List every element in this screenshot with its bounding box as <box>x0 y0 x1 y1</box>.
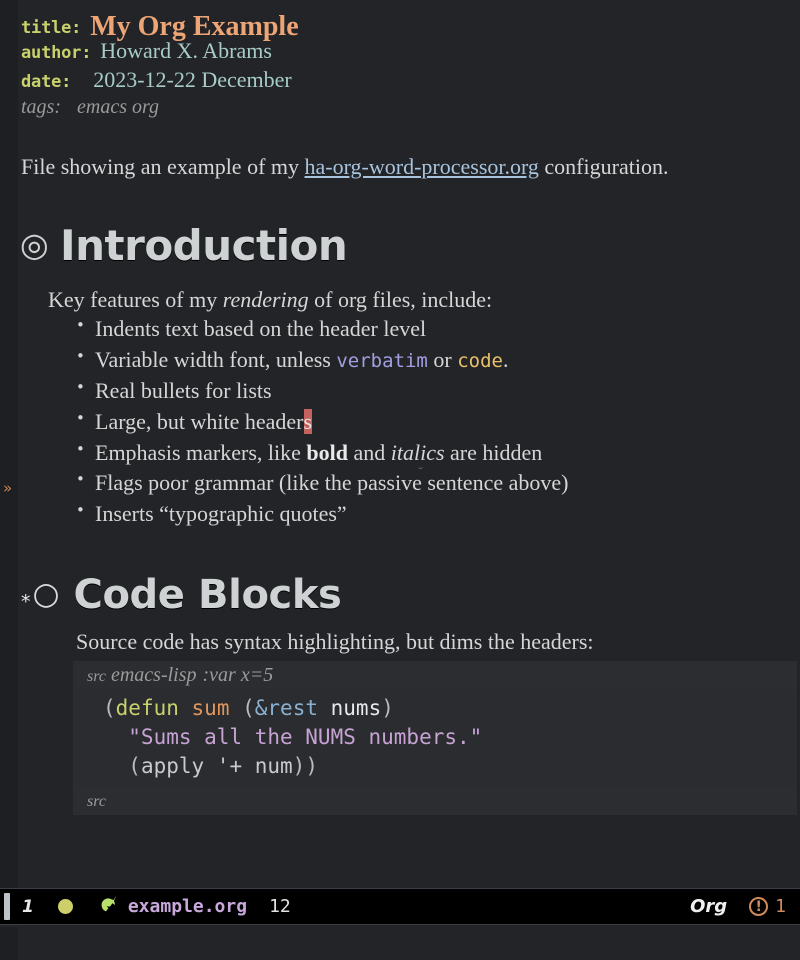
warning-icon[interactable]: ! <box>749 897 769 916</box>
source-block[interactable]: src emacs-lisp:var x=5 (defun sum (&rest … <box>73 661 797 816</box>
bold-text: bold <box>306 439 348 465</box>
list-item-middle: and <box>348 439 391 465</box>
list-item-prefix: Large, but white header <box>95 408 304 434</box>
minibuffer-fringe <box>0 927 18 960</box>
heading-bullet-icon: ◎ <box>20 224 49 264</box>
lead-after-emphasis: of org files, include: <box>308 286 493 312</box>
code-blocks-lead-line: Source code has syntax highlighting, but… <box>76 628 594 654</box>
section-introduction-body: Key features of my rendering of org file… <box>18 286 800 530</box>
list-item: Inserts “typographic quotes” <box>76 499 800 530</box>
document-title: My Org Example <box>90 11 299 42</box>
heading-bullet-icon: ○ <box>32 576 60 613</box>
heading-introduction-label: Introduction <box>60 220 348 270</box>
intro-lead-line: Key features of my rendering of org file… <box>48 286 800 314</box>
keyword-key-title: title: <box>21 18 82 38</box>
list-item-text: Indents text based on the header level <box>95 316 427 342</box>
code-text: code <box>457 350 503 373</box>
intro-text-before: File showing an example of my <box>21 154 305 179</box>
list-item-suffix: are hidden <box>444 439 543 465</box>
source-block-header: src emacs-lisp:var x=5 <box>73 661 797 691</box>
mode-line-accent-bar <box>4 893 10 920</box>
code-token: ( <box>103 696 116 721</box>
code-token: ) <box>381 696 394 721</box>
code-token: num <box>254 754 293 779</box>
list-item-middle: or <box>427 347 458 373</box>
source-arguments: :var x=5 <box>202 664 274 687</box>
code-token: )) <box>292 754 318 779</box>
list-item: Indents text based on the header level <box>76 314 800 345</box>
code-line: (defun sum (&rest nums) <box>73 694 797 723</box>
source-begin-keyword: src <box>87 668 106 686</box>
buffer-name[interactable]: example.org <box>128 896 247 917</box>
code-token: ( <box>229 696 255 721</box>
mode-line: 1 example.org 12 Org ! 1 <box>0 888 800 925</box>
list-item-text: Flags poor grammar (like the passive sen… <box>95 470 569 496</box>
code-token: nums <box>330 696 382 721</box>
list-item-text: Inserts “typographic quotes” <box>95 501 347 527</box>
mode-line-right: Org ! 1 <box>690 896 786 917</box>
section-code-blocks-body: Source code has syntax highlighting, but… <box>18 628 800 816</box>
code-token: defun <box>115 696 179 721</box>
code-token: sum <box>191 696 230 721</box>
document-date: 2023-12-22 December <box>93 67 292 92</box>
code-token: apply <box>140 754 205 779</box>
fringe-indicator-icon: » <box>3 479 13 497</box>
left-fringe <box>0 0 18 888</box>
tags-label: tags: <box>21 96 61 118</box>
list-item-text: Real bullets for lists <box>95 377 272 403</box>
lead-emphasis: rendering <box>222 286 309 312</box>
intro-paragraph: File showing an example of my ha-org-wor… <box>18 154 800 181</box>
minibuffer[interactable] <box>0 927 800 960</box>
list-item-prefix: Emphasis markers, like <box>95 439 307 465</box>
cursor-position: 12 <box>269 896 291 917</box>
window-number: 1 <box>22 896 34 917</box>
code-line: (apply '+ num)) <box>73 752 797 781</box>
keyword-line-title: title: My Org Example <box>18 9 800 42</box>
source-end-keyword: src <box>87 793 106 811</box>
major-mode-label[interactable]: Org <box>690 896 727 917</box>
code-token: ( <box>103 754 141 779</box>
org-buffer[interactable]: » title: My Org Example author: Howard X… <box>0 0 800 888</box>
source-block-footer: src <box>73 787 797 816</box>
buffer-status-dot-icon[interactable] <box>57 899 73 914</box>
heading-code-blocks[interactable]: * ○ Code Blocks <box>18 572 800 618</box>
list-item: Emphasis markers, like bold and italics … <box>76 438 800 469</box>
verbatim-text: verbatim <box>336 350 428 373</box>
text-cursor: s <box>303 408 313 434</box>
lead-before-emphasis: Key features of my <box>48 286 223 312</box>
code-token: '+ <box>204 754 255 779</box>
code-line: "Sums all the NUMS numbers." <box>73 723 797 752</box>
source-block-code[interactable]: (defun sum (&rest nums) "Sums all the NU… <box>73 690 797 788</box>
keyword-line-date: date: 2023-12-22 December <box>18 67 800 96</box>
source-language: emacs-lisp <box>110 664 197 687</box>
keyword-key-author: author: <box>21 43 92 63</box>
emacs-frame: » title: My Org Example author: Howard X… <box>0 0 800 960</box>
buffer-content: title: My Org Example author: Howard X. … <box>18 0 800 888</box>
feature-list: Indents text based on the header level V… <box>48 314 800 530</box>
heading-introduction[interactable]: ◎ Introduction <box>18 221 800 270</box>
tags-line: tags: emacs org <box>18 96 800 126</box>
tags-value: emacs org <box>77 96 160 118</box>
list-item-suffix: . <box>502 347 509 373</box>
warning-count[interactable]: 1 <box>775 896 786 917</box>
list-item: Flags poor grammar (like the passive sen… <box>76 468 800 499</box>
mode-line-left: 1 example.org 12 <box>22 895 690 918</box>
code-token: &rest <box>254 696 318 721</box>
list-item: Real bullets for lists <box>76 376 800 407</box>
unicorn-icon <box>100 894 121 917</box>
italic-text: italics <box>390 439 445 465</box>
heading-code-blocks-label: Code Blocks <box>73 571 342 618</box>
heading-stars: * <box>20 590 32 613</box>
list-item: Large, but white headers <box>76 407 800 438</box>
org-file-link[interactable]: ha-org-word-processor.org <box>305 154 539 179</box>
list-item: Variable width font, unless verbatim or … <box>76 345 800 376</box>
intro-text-after: configuration. <box>538 154 669 179</box>
list-item-prefix: Variable width font, unless <box>95 347 337 373</box>
code-token: "Sums all the NUMS numbers." <box>103 725 483 750</box>
keyword-key-date: date: <box>21 72 72 92</box>
